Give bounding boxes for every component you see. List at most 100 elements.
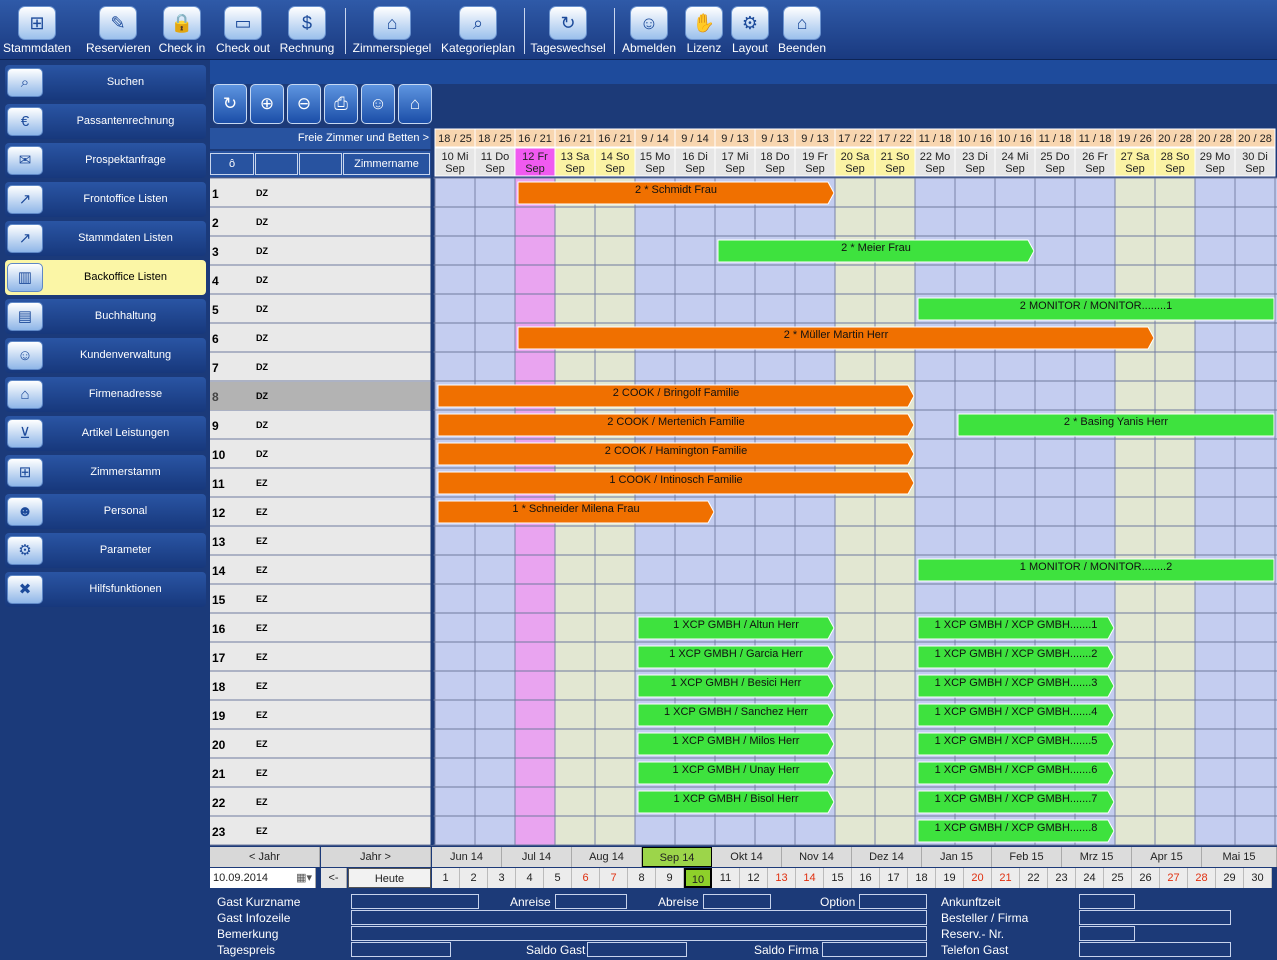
month-button[interactable]: Jul 14 <box>502 847 572 867</box>
ankunftzeit-field[interactable] <box>1079 894 1135 909</box>
month-button[interactable]: Dez 14 <box>852 847 922 867</box>
room-row[interactable] <box>210 411 431 439</box>
today-button[interactable]: Heute <box>348 868 431 888</box>
room-occupancy-grid[interactable]: 18 / 2510 MiSep18 / 2511 DoSep16 / 2112 … <box>210 60 1277 847</box>
beenden-button[interactable]: ⌂ Beenden <box>777 0 827 60</box>
room-row[interactable] <box>210 498 431 526</box>
day-column[interactable] <box>835 178 875 845</box>
sidebar-item-zimmerstamm[interactable]: ⊞ Zimmerstamm <box>5 455 206 490</box>
room-row[interactable] <box>210 788 431 816</box>
room-row[interactable] <box>210 208 431 236</box>
abreise-field[interactable] <box>703 894 771 909</box>
day-button[interactable]: 10 <box>684 868 712 888</box>
sidebar-item-prospektanfrage[interactable]: ✉ Prospektanfrage <box>5 143 206 178</box>
saldo-firma-field[interactable] <box>822 942 927 957</box>
reservieren-button[interactable]: ✎ Reservieren <box>86 0 151 60</box>
date-input[interactable]: 10.09.2014 ▦▾ <box>210 868 316 888</box>
day-button[interactable]: 23 <box>1048 868 1076 888</box>
lizenz-button[interactable]: ✋ Lizenz <box>684 0 724 60</box>
day-button[interactable]: 6 <box>572 868 600 888</box>
sidebar-item-passantenrechnung[interactable]: € Passantenrechnung <box>5 104 206 139</box>
option-field[interactable] <box>859 894 927 909</box>
room-row[interactable] <box>210 759 431 787</box>
month-button[interactable]: Sep 14 <box>642 847 712 867</box>
day-button[interactable]: 28 <box>1188 868 1216 888</box>
room-row[interactable] <box>210 672 431 700</box>
day-button[interactable]: 16 <box>852 868 880 888</box>
room-row[interactable] <box>210 585 431 613</box>
sidebar-item-suchen[interactable]: ⌕ Suchen <box>5 65 206 100</box>
room-row[interactable] <box>210 817 431 845</box>
room-row[interactable] <box>210 237 431 265</box>
sidebar-item-firmenadresse[interactable]: ⌂ Firmenadresse <box>5 377 206 412</box>
layout-button[interactable]: ⚙ Layout <box>728 0 772 60</box>
stammdaten-button[interactable]: ⊞ Stammdaten <box>2 0 72 60</box>
day-column[interactable] <box>875 178 915 845</box>
month-button[interactable]: Jun 14 <box>432 847 502 867</box>
abmelden-button[interactable]: ☺ Abmelden <box>620 0 678 60</box>
month-button[interactable]: Feb 15 <box>992 847 1062 867</box>
day-button[interactable]: 13 <box>768 868 796 888</box>
month-button[interactable]: Okt 14 <box>712 847 782 867</box>
calendar-icon[interactable]: ▦▾ <box>296 868 312 888</box>
sidebar-item-kundenverwaltung[interactable]: ☺ Kundenverwaltung <box>5 338 206 373</box>
day-button[interactable]: 17 <box>880 868 908 888</box>
room-row[interactable] <box>210 266 431 294</box>
tagespreis-field[interactable] <box>351 942 451 957</box>
month-button[interactable]: Mai 15 <box>1202 847 1277 867</box>
sidebar-item-buchhaltung[interactable]: ▤ Buchhaltung <box>5 299 206 334</box>
prev-year-button[interactable]: < Jahr <box>210 847 320 867</box>
sidebar-item-personal[interactable]: ☻ Personal <box>5 494 206 529</box>
day-button[interactable]: 30 <box>1244 868 1272 888</box>
room-row[interactable] <box>210 730 431 758</box>
room-row[interactable] <box>210 324 431 352</box>
day-button[interactable]: 5 <box>544 868 572 888</box>
day-column[interactable] <box>1115 178 1155 845</box>
gast-infozeile-field[interactable] <box>351 910 927 925</box>
month-button[interactable]: Nov 14 <box>782 847 852 867</box>
sidebar-item-hilfsfunktionen[interactable]: ✖ Hilfsfunktionen <box>5 572 206 607</box>
room-row[interactable] <box>210 701 431 729</box>
day-button[interactable]: 7 <box>600 868 628 888</box>
day-column[interactable] <box>1235 178 1275 845</box>
room-row[interactable] <box>210 469 431 497</box>
day-button[interactable]: 26 <box>1132 868 1160 888</box>
room-row[interactable] <box>210 614 431 642</box>
reserv-nr-field[interactable] <box>1079 926 1135 941</box>
day-column[interactable] <box>1155 178 1195 845</box>
anreise-field[interactable] <box>555 894 627 909</box>
check-out-button[interactable]: ▭ Check out <box>214 0 272 60</box>
sidebar-item-frontoffice-listen[interactable]: ↗ Frontoffice Listen <box>5 182 206 217</box>
sidebar-item-backoffice-listen[interactable]: ▥ Backoffice Listen <box>5 260 206 295</box>
month-button[interactable]: Mrz 15 <box>1062 847 1132 867</box>
day-button[interactable]: 22 <box>1020 868 1048 888</box>
check-in-button[interactable]: 🔒 Check in <box>157 0 207 60</box>
day-button[interactable]: 14 <box>796 868 824 888</box>
room-row[interactable] <box>210 353 431 381</box>
sidebar-item-parameter[interactable]: ⚙ Parameter <box>5 533 206 568</box>
day-button[interactable]: 29 <box>1216 868 1244 888</box>
kategorieplan-button[interactable]: ⌕ Kategorieplan <box>440 0 516 60</box>
room-row[interactable] <box>210 179 431 207</box>
telefon-gast-field[interactable] <box>1079 942 1231 957</box>
room-row[interactable] <box>210 527 431 555</box>
day-button[interactable]: 12 <box>740 868 768 888</box>
day-button[interactable]: 20 <box>964 868 992 888</box>
day-button[interactable]: 21 <box>992 868 1020 888</box>
day-button[interactable]: 18 <box>908 868 936 888</box>
day-button[interactable]: 4 <box>516 868 544 888</box>
besteller-firma-field[interactable] <box>1079 910 1231 925</box>
day-button[interactable]: 24 <box>1076 868 1104 888</box>
room-row[interactable] <box>210 643 431 671</box>
day-button[interactable]: 19 <box>936 868 964 888</box>
rechnung-button[interactable]: $ Rechnung <box>278 0 336 60</box>
day-button[interactable]: 25 <box>1104 868 1132 888</box>
next-year-button[interactable]: Jahr > <box>321 847 431 867</box>
day-button[interactable]: 11 <box>712 868 740 888</box>
room-row[interactable] <box>210 295 431 323</box>
month-button[interactable]: Apr 15 <box>1132 847 1202 867</box>
bemerkung-field[interactable] <box>351 926 927 941</box>
month-button[interactable]: Aug 14 <box>572 847 642 867</box>
day-button[interactable]: 3 <box>488 868 516 888</box>
sidebar-item-stammdaten-listen[interactable]: ↗ Stammdaten Listen <box>5 221 206 256</box>
